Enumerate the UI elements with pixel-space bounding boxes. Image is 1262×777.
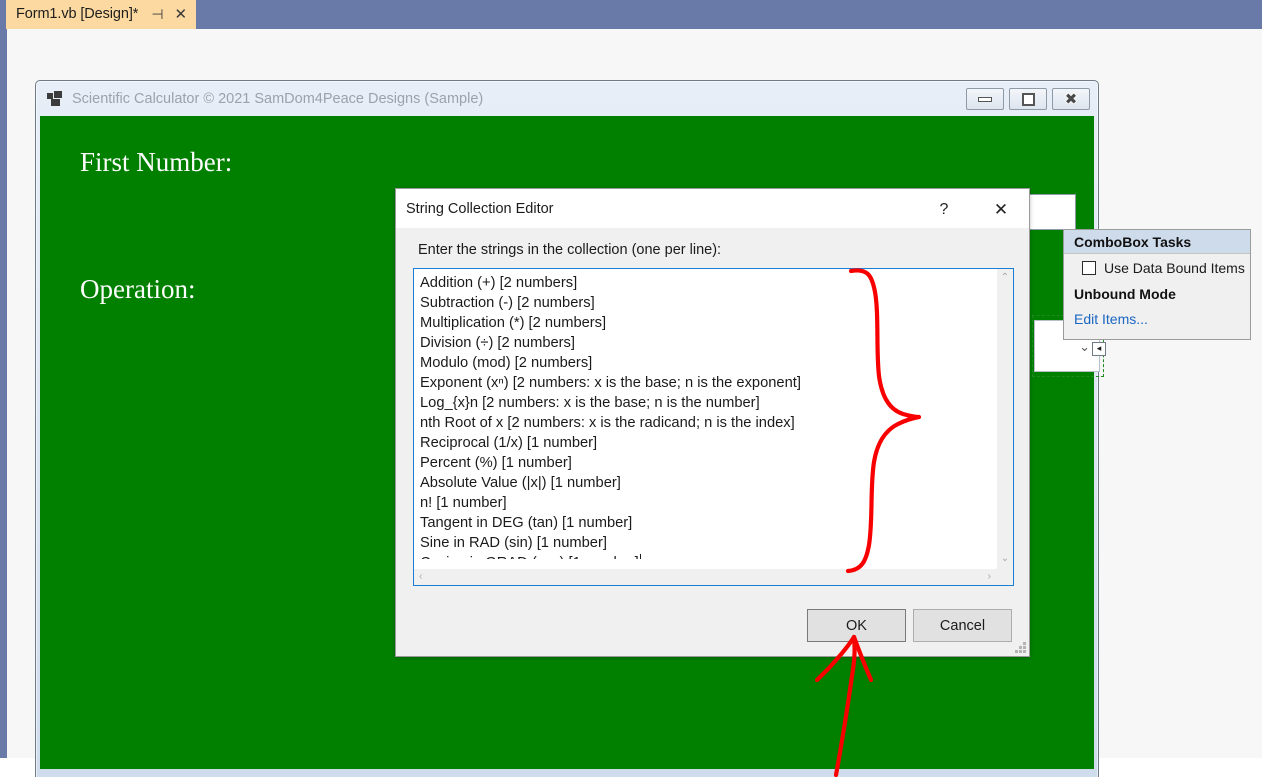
- document-tab-form1[interactable]: Form1.vb [Design]* ⊣ ✕: [6, 0, 197, 29]
- string-line: Subtraction (-) [2 numbers]: [420, 295, 595, 311]
- smart-tag-glyph-button[interactable]: ◂: [1092, 342, 1106, 356]
- combobox-tasks-panel: ComboBox Tasks Use Data Bound Items Unbo…: [1063, 229, 1251, 340]
- label-first-number: First Number:: [80, 147, 233, 177]
- pin-icon[interactable]: ⊣: [151, 7, 163, 21]
- minimize-button[interactable]: [966, 88, 1004, 110]
- edit-items-link[interactable]: Edit Items...: [1064, 311, 1250, 327]
- dialog-title: String Collection Editor: [406, 200, 554, 217]
- maximize-icon: [1021, 92, 1035, 106]
- vertical-scrollbar[interactable]: ⌃ ⌄: [996, 269, 1013, 568]
- dialog-prompt: Enter the strings in the collection (one…: [418, 242, 722, 258]
- scroll-left-icon[interactable]: ‹: [414, 572, 427, 582]
- string-line: Sine in RAD (sin) [1 number]: [420, 535, 607, 551]
- string-line: Percent (%) [1 number]: [420, 455, 572, 471]
- smart-tag-icon: ◂: [1096, 343, 1102, 354]
- string-line: Division (÷) [2 numbers]: [420, 335, 575, 351]
- string-line: Addition (+) [2 numbers]: [420, 275, 578, 291]
- use-data-bound-items-checkbox[interactable]: [1082, 260, 1096, 275]
- string-collection-editor-dialog: String Collection Editor ? ✕ Enter the s…: [395, 188, 1030, 657]
- document-tab-strip: Form1.vb [Design]* ⊣ ✕: [0, 0, 1262, 29]
- scroll-right-icon[interactable]: ›: [983, 572, 996, 582]
- form-icon: [47, 91, 62, 106]
- tasks-panel-title: ComboBox Tasks: [1074, 233, 1192, 250]
- string-line: n! [1 number]: [420, 495, 507, 511]
- screenshot-root: Form1.vb [Design]* ⊣ ✕ Scientific Calcul…: [0, 0, 1262, 777]
- scroll-up-icon[interactable]: ⌃: [1001, 269, 1009, 287]
- cancel-button[interactable]: Cancel: [913, 609, 1012, 642]
- strings-textarea[interactable]: Addition (+) [2 numbers] Subtraction (-) …: [413, 268, 1014, 586]
- string-line: Tangent in DEG (tan) [1 number]: [420, 515, 633, 531]
- horizontal-scrollbar[interactable]: ‹ ›: [414, 568, 996, 585]
- unbound-mode-label: Unbound Mode: [1074, 286, 1176, 302]
- string-line: nth Root of x [2 numbers: x is the radic…: [420, 415, 795, 431]
- string-line: Absolute Value (|x|) [1 number]: [420, 475, 621, 491]
- ok-button[interactable]: OK: [807, 609, 906, 642]
- scrollbar-corner: [996, 568, 1013, 585]
- string-line: Log_{x}n [2 numbers: x is the base; n is…: [420, 395, 760, 411]
- string-line: Modulo (mod) [2 numbers]: [420, 355, 593, 371]
- help-icon[interactable]: ?: [931, 199, 957, 221]
- text-caret: [639, 554, 641, 559]
- label-operation: Operation:: [80, 274, 196, 304]
- dialog-close-icon[interactable]: ✕: [987, 199, 1015, 221]
- use-data-bound-items-label: Use Data Bound Items: [1104, 259, 1245, 276]
- form-title: Scientific Calculator © 2021 SamDom4Peac…: [72, 90, 484, 107]
- form-window-buttons: ✖: [966, 88, 1090, 110]
- use-data-bound-items-row[interactable]: Use Data Bound Items: [1064, 254, 1250, 281]
- minimize-icon: [978, 96, 992, 102]
- string-line: Cosine in GRAD (cos) [1 number]: [420, 553, 987, 559]
- strings-text-content: Addition (+) [2 numbers] Subtraction (-) …: [420, 273, 987, 559]
- scroll-down-icon[interactable]: ⌄: [1001, 550, 1009, 568]
- string-line: Multiplication (*) [2 numbers]: [420, 315, 607, 331]
- maximize-button[interactable]: [1009, 88, 1047, 110]
- chevron-down-icon: ⌄: [1079, 340, 1090, 355]
- tasks-panel-header: ComboBox Tasks: [1064, 230, 1250, 254]
- close-icon[interactable]: ✕: [175, 6, 188, 22]
- close-icon: ✖: [1064, 89, 1078, 108]
- form-title-bar: Scientific Calculator © 2021 SamDom4Peac…: [36, 81, 1098, 116]
- document-tab-label: Form1.vb [Design]*: [16, 6, 139, 22]
- resize-grip[interactable]: [1015, 642, 1026, 653]
- close-button[interactable]: ✖: [1052, 88, 1090, 110]
- string-line: Exponent (xⁿ) [2 numbers: x is the base;…: [420, 375, 801, 391]
- string-line: Reciprocal (1/x) [1 number]: [420, 435, 598, 451]
